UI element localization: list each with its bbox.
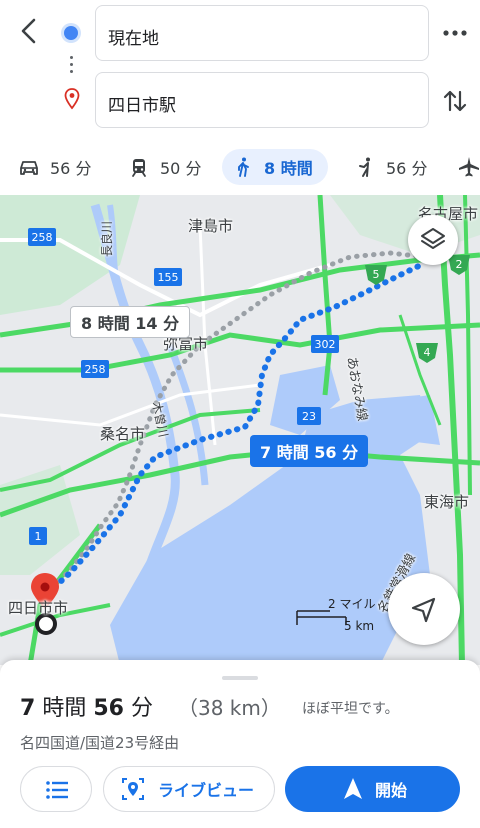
tab-transit[interactable]: 50 分 xyxy=(118,149,211,185)
svg-text:23: 23 xyxy=(302,410,316,423)
scale-miles: 2 マイル xyxy=(328,597,376,611)
eta-hours-unit: 時間 xyxy=(42,696,87,721)
eta-minutes-unit: 分 xyxy=(130,696,153,721)
navigation-arrow-icon xyxy=(411,597,436,623)
back-arrow-icon xyxy=(21,18,36,44)
route-summary-sheet[interactable]: 7 時間 56 分 （38 km） ほぼ平坦です。 名四国道/国道23号経由 ラ… xyxy=(0,660,480,828)
route-duration: 7 時間 56 分 xyxy=(20,690,153,722)
terrain-note: ほぼ平坦です。 xyxy=(302,701,399,717)
my-location-button[interactable] xyxy=(388,573,460,645)
svg-text:258: 258 xyxy=(32,231,53,244)
tab-driving-label: 56 分 xyxy=(50,159,92,178)
selected-route-duration: 7 時間 56 分 xyxy=(260,443,359,462)
eta-hours: 7 xyxy=(20,696,36,721)
tab-driving[interactable]: 56 分 xyxy=(8,149,101,185)
more-horizontal-icon xyxy=(443,30,467,36)
map-label-kuwana: 桑名市 xyxy=(100,425,146,443)
tab-walking[interactable]: 8 時間 xyxy=(222,149,328,185)
route-dots-icon xyxy=(70,56,74,76)
map-label-nagaragawa: 長良川 xyxy=(100,220,114,257)
list-icon xyxy=(46,781,68,799)
more-options-button[interactable] xyxy=(440,20,470,46)
tab-rideshare-label: 56 分 xyxy=(386,159,428,178)
map-label-tokai: 東海市 xyxy=(424,493,470,511)
svg-text:258: 258 xyxy=(85,363,106,376)
map-scale: 2 マイル 5 km xyxy=(296,595,386,635)
destination-pin-icon xyxy=(64,88,80,110)
flight-icon xyxy=(459,157,479,177)
live-view-button[interactable]: ライブビュー xyxy=(103,766,275,812)
svg-text:302: 302 xyxy=(315,338,336,351)
rideshare-icon xyxy=(359,157,370,177)
alternate-route-callout[interactable]: 8 時間 14 分 xyxy=(70,306,191,338)
tab-walking-label: 8 時間 xyxy=(264,159,313,178)
navigation-start-icon xyxy=(344,778,362,799)
start-label: 開始 xyxy=(375,781,408,800)
origin-dot-icon xyxy=(64,26,78,40)
tab-flights[interactable] xyxy=(448,149,480,185)
origin-input[interactable]: 現在地 xyxy=(95,5,429,61)
svg-text:5: 5 xyxy=(373,268,380,281)
map-layers-button[interactable] xyxy=(408,215,458,265)
svg-text:1: 1 xyxy=(35,530,42,543)
route-distance: （38 km） xyxy=(178,696,281,720)
map-label-tsushima: 津島市 xyxy=(188,217,234,235)
live-view-icon xyxy=(122,778,144,800)
travel-mode-tabs: 56 分 50 分 8 時間 56 分 xyxy=(0,145,480,189)
directions-header: 現在地 四日市駅 56 分 50 分 8 時間 56 分 xyxy=(0,0,480,195)
walk-icon xyxy=(238,157,249,177)
map-label-yokkaichi: 四日市市 xyxy=(8,599,69,617)
start-navigation-button[interactable]: 開始 xyxy=(285,766,460,812)
destination-input[interactable]: 四日市駅 xyxy=(95,72,429,128)
car-icon xyxy=(20,161,38,175)
route-via: 名四国道/国道23号経由 xyxy=(20,734,180,752)
train-icon xyxy=(132,159,146,177)
steps-button[interactable] xyxy=(20,766,92,812)
scale-km: 5 km xyxy=(344,619,375,633)
selected-route-callout[interactable]: 7 時間 56 分 xyxy=(250,435,369,467)
layers-icon xyxy=(421,228,445,249)
directions-screen: 現在地 四日市駅 56 分 50 分 8 時間 56 分 258 155 302… xyxy=(0,0,480,828)
tab-transit-label: 50 分 xyxy=(160,159,202,178)
sheet-drag-handle[interactable] xyxy=(222,676,258,680)
swap-vertical-icon xyxy=(443,90,467,112)
live-view-label: ライブビュー xyxy=(158,781,255,800)
tab-rideshare[interactable]: 56 分 xyxy=(344,149,437,185)
svg-text:155: 155 xyxy=(158,271,179,284)
map-view[interactable]: 258 155 302 23 258 1 5 2 4 名古屋市 津島市 弥富市 … xyxy=(0,195,480,665)
eta-minutes: 56 xyxy=(93,696,124,721)
svg-text:4: 4 xyxy=(424,346,431,359)
swap-locations-button[interactable] xyxy=(440,86,470,116)
back-button[interactable] xyxy=(14,14,46,48)
alternate-route-duration: 8 時間 14 分 xyxy=(81,314,180,333)
